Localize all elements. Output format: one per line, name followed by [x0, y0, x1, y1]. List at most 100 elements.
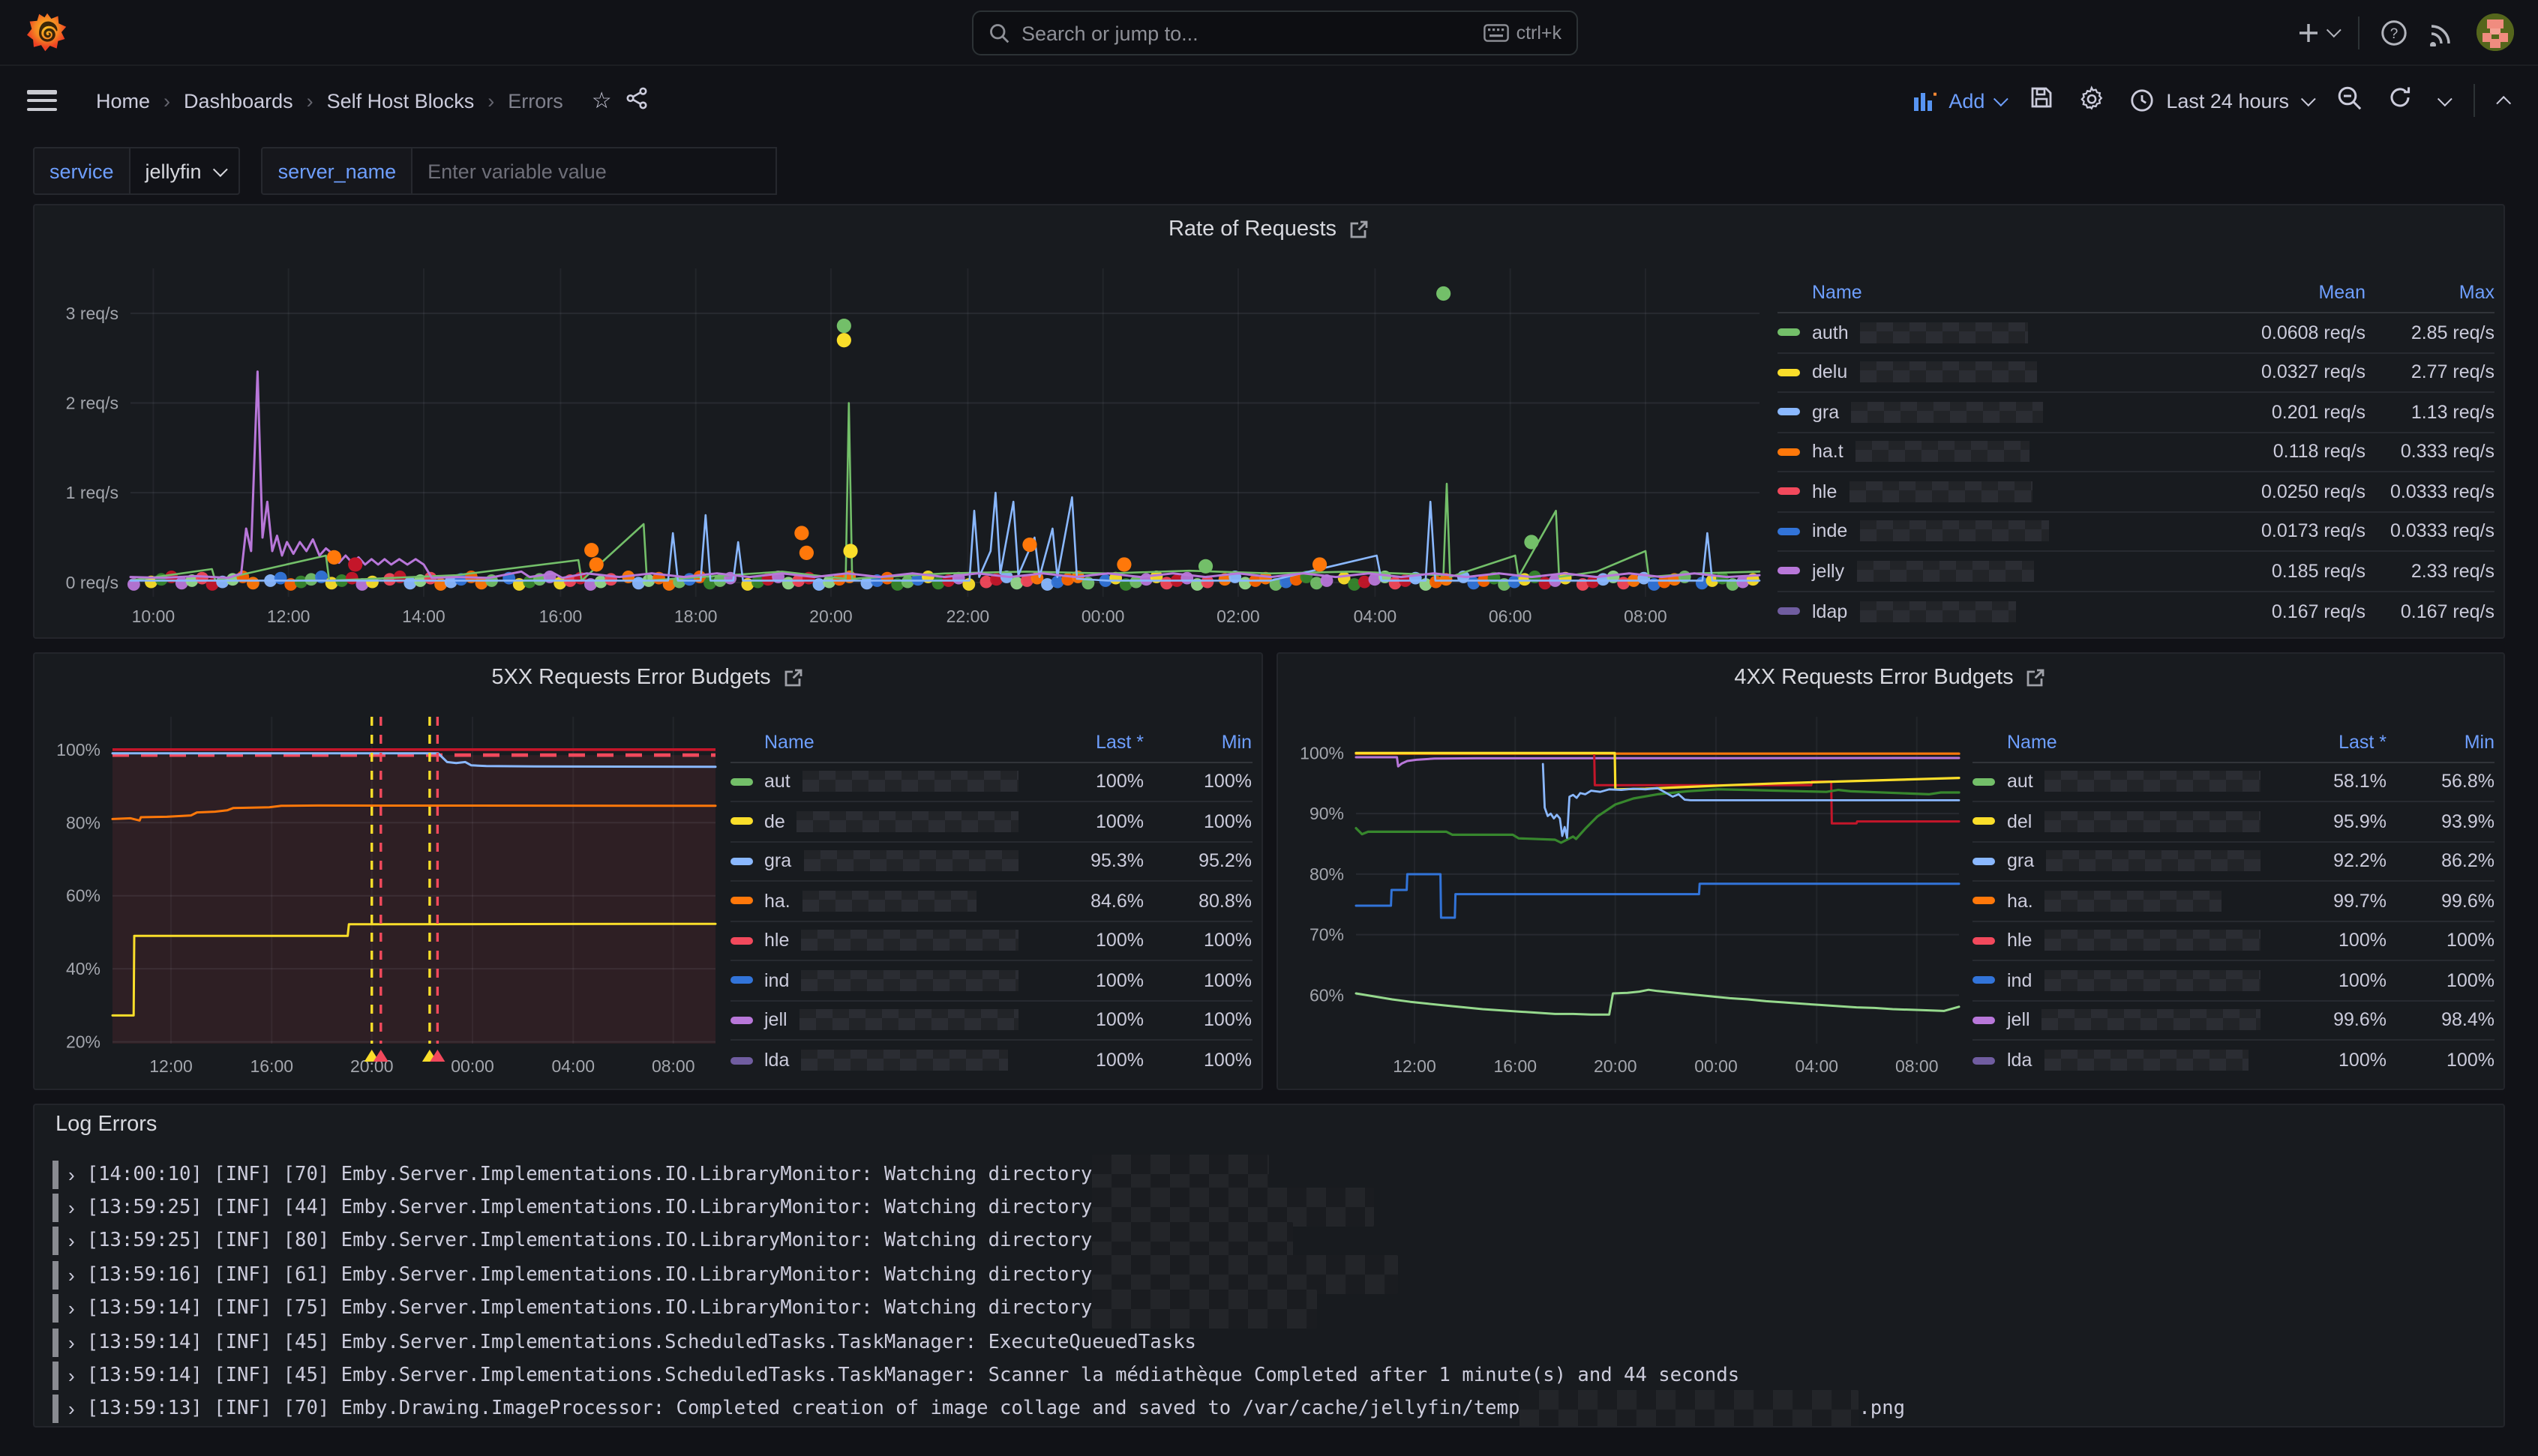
panel-title-bar[interactable]: Rate of Requests	[34, 205, 2504, 253]
legend-row[interactable]: gra92.2%86.2%	[1972, 842, 2494, 882]
refresh-interval-chevron[interactable]	[2438, 91, 2452, 106]
svg-text:00:00: 00:00	[451, 1056, 494, 1076]
expand-caret-icon: ›	[68, 1297, 75, 1320]
time-range-picker[interactable]: Last 24 hours	[2130, 88, 2312, 112]
series-color-swatch	[1778, 409, 1800, 416]
svg-text:70%: 70%	[1309, 925, 1343, 945]
breadcrumb-dashboards[interactable]: Dashboards	[184, 89, 293, 112]
share-icon[interactable]	[626, 86, 648, 115]
svg-text:1 req/s: 1 req/s	[66, 482, 118, 502]
log-row[interactable]: ›[13:59:13] [INF] [70] Emby.Drawing.Imag…	[52, 1392, 2486, 1426]
redacted-text	[1859, 362, 2036, 383]
refresh-button[interactable]	[2388, 85, 2412, 115]
search-input[interactable]: Search or jump to... ctrl+k	[972, 10, 1578, 55]
log-level-bar	[52, 1395, 58, 1424]
server-name-input[interactable]: Enter variable value	[412, 147, 777, 195]
legend-row[interactable]: auth0.0608 req/s2.85 req/s	[1778, 313, 2494, 353]
series-color-swatch	[1778, 608, 1800, 616]
breadcrumb-home[interactable]: Home	[96, 89, 150, 112]
panel-title-bar[interactable]: 4XX Requests Error Budgets	[1277, 654, 2504, 702]
panel-title-bar[interactable]: 5XX Requests Error Budgets	[34, 654, 1261, 702]
4xx-legend-table: NameLast *Minaut58.1%56.8%del95.9%93.9%g…	[1972, 702, 2494, 1083]
expand-caret-icon: ›	[68, 1263, 75, 1286]
collapse-toolbar-icon[interactable]	[2496, 95, 2511, 110]
divider	[2474, 84, 2475, 117]
svg-text:16:00: 16:00	[250, 1056, 293, 1076]
svg-text:14:00: 14:00	[402, 606, 446, 625]
log-row[interactable]: ›[13:59:14] [INF] [45] Emby.Server.Imple…	[52, 1359, 2486, 1392]
rate-of-requests-chart[interactable]: 10:0012:0014:0016:0018:0020:0022:0000:00…	[44, 253, 1778, 631]
svg-text:18:00: 18:00	[674, 606, 718, 625]
legend-row[interactable]: lda100%100%	[1972, 1041, 2494, 1080]
avatar[interactable]	[2476, 13, 2514, 51]
redacted-text	[802, 771, 1018, 792]
external-link-icon[interactable]	[2026, 667, 2047, 688]
rate-legend-table: NameMeanMaxauth0.0608 req/s2.85 req/sdel…	[1778, 253, 2494, 631]
redacted-text	[800, 1010, 1018, 1031]
svg-text:12:00: 12:00	[149, 1056, 193, 1076]
legend-row[interactable]: gra0.201 req/s1.13 req/s	[1778, 393, 2494, 433]
legend-header[interactable]: NameMeanMax	[1778, 274, 2494, 313]
legend-row[interactable]: ha.84.6%80.8%	[730, 882, 1252, 921]
svg-text:100%: 100%	[1299, 743, 1343, 762]
panel-title-bar[interactable]: Log Errors	[34, 1105, 2504, 1146]
legend-row[interactable]: jell100%100%	[730, 1001, 1252, 1041]
log-row[interactable]: ›[13:59:25] [INF] [80] Emby.Server.Imple…	[52, 1224, 2486, 1258]
expand-caret-icon: ›	[68, 1197, 75, 1219]
save-dashboard-button[interactable]	[2030, 85, 2054, 115]
log-row[interactable]: ›[13:59:16] [INF] [61] Emby.Server.Imple…	[52, 1258, 2486, 1292]
legend-row[interactable]: ha.t0.118 req/s0.333 req/s	[1778, 433, 2494, 472]
legend-header[interactable]: NameLast *Min	[730, 723, 1252, 762]
5xx-error-budget-chart[interactable]: 12:0016:0020:0000:0004:0008:0020%40%60%8…	[44, 702, 730, 1083]
legend-row[interactable]: ldap0.167 req/s0.167 req/s	[1778, 592, 2494, 631]
legend-row[interactable]: hle0.0250 req/s0.0333 req/s	[1778, 472, 2494, 512]
log-level-bar	[52, 1260, 58, 1289]
external-link-icon[interactable]	[1348, 219, 1370, 240]
legend-row[interactable]: ind100%100%	[1972, 961, 2494, 1001]
legend-row[interactable]: gra95.3%95.2%	[730, 842, 1252, 882]
dashboard-settings-button[interactable]	[2079, 85, 2104, 116]
legend-row[interactable]: aut58.1%56.8%	[1972, 762, 2494, 802]
legend-row[interactable]: ind100%100%	[730, 961, 1252, 1001]
favorite-star-icon[interactable]: ☆	[592, 87, 612, 114]
add-panel-button[interactable]: Add	[1914, 89, 2004, 112]
news-button[interactable]	[2428, 19, 2456, 46]
legend-row[interactable]: de100%100%	[730, 802, 1252, 842]
legend-row[interactable]: aut100%100%	[730, 762, 1252, 802]
legend-row[interactable]: jell99.6%98.4%	[1972, 1001, 2494, 1041]
service-value-dropdown[interactable]: jellyfin	[130, 147, 241, 195]
legend-row[interactable]: lda100%100%	[730, 1041, 1252, 1080]
log-row[interactable]: ›[14:00:10] [INF] [70] Emby.Server.Imple…	[52, 1158, 2486, 1191]
log-row[interactable]: ›[13:59:14] [INF] [45] Emby.Server.Imple…	[52, 1326, 2486, 1359]
expand-caret-icon: ›	[68, 1163, 75, 1185]
log-level-bar	[52, 1294, 58, 1323]
breadcrumb-self-host-blocks[interactable]: Self Host Blocks	[327, 89, 475, 112]
svg-text:16:00: 16:00	[539, 606, 583, 625]
help-button[interactable]: ?	[2380, 19, 2408, 46]
4xx-error-budget-chart[interactable]: 12:0016:0020:0000:0004:0008:0060%70%80%9…	[1286, 702, 1972, 1083]
redacted-text	[802, 891, 976, 912]
grafana-logo[interactable]	[27, 12, 68, 52]
external-link-icon[interactable]	[783, 667, 804, 688]
legend-row[interactable]: jelly0.185 req/s2.33 req/s	[1778, 552, 2494, 592]
svg-text:20:00: 20:00	[809, 606, 853, 625]
legend-row[interactable]: ha.99.7%99.6%	[1972, 882, 2494, 921]
legend-row[interactable]: del95.9%93.9%	[1972, 802, 2494, 842]
legend-row[interactable]: delu0.0327 req/s2.77 req/s	[1778, 353, 2494, 393]
log-row[interactable]: ›[13:59:25] [INF] [44] Emby.Server.Imple…	[52, 1191, 2486, 1225]
svg-text:00:00: 00:00	[1082, 606, 1125, 625]
legend-row[interactable]: hle100%100%	[730, 921, 1252, 961]
log-row[interactable]: ›[13:59:14] [INF] [75] Emby.Server.Imple…	[52, 1292, 2486, 1326]
svg-text:22:00: 22:00	[946, 606, 990, 625]
series-color-swatch	[730, 858, 752, 865]
legend-header[interactable]: NameLast *Min	[1972, 723, 2494, 762]
legend-row[interactable]: inde0.0173 req/s0.0333 req/s	[1778, 512, 2494, 552]
new-menu-button[interactable]	[2296, 20, 2337, 44]
zoom-out-button[interactable]	[2337, 85, 2362, 116]
time-range-label: Last 24 hours	[2166, 89, 2289, 112]
menu-toggle-button[interactable]	[27, 90, 57, 111]
svg-text:20:00: 20:00	[1593, 1056, 1636, 1076]
legend-row[interactable]: hle100%100%	[1972, 921, 2494, 961]
add-panel-icon	[1914, 90, 1940, 111]
5xx-legend-table: NameLast *Minaut100%100%de100%100%gra95.…	[730, 702, 1252, 1083]
